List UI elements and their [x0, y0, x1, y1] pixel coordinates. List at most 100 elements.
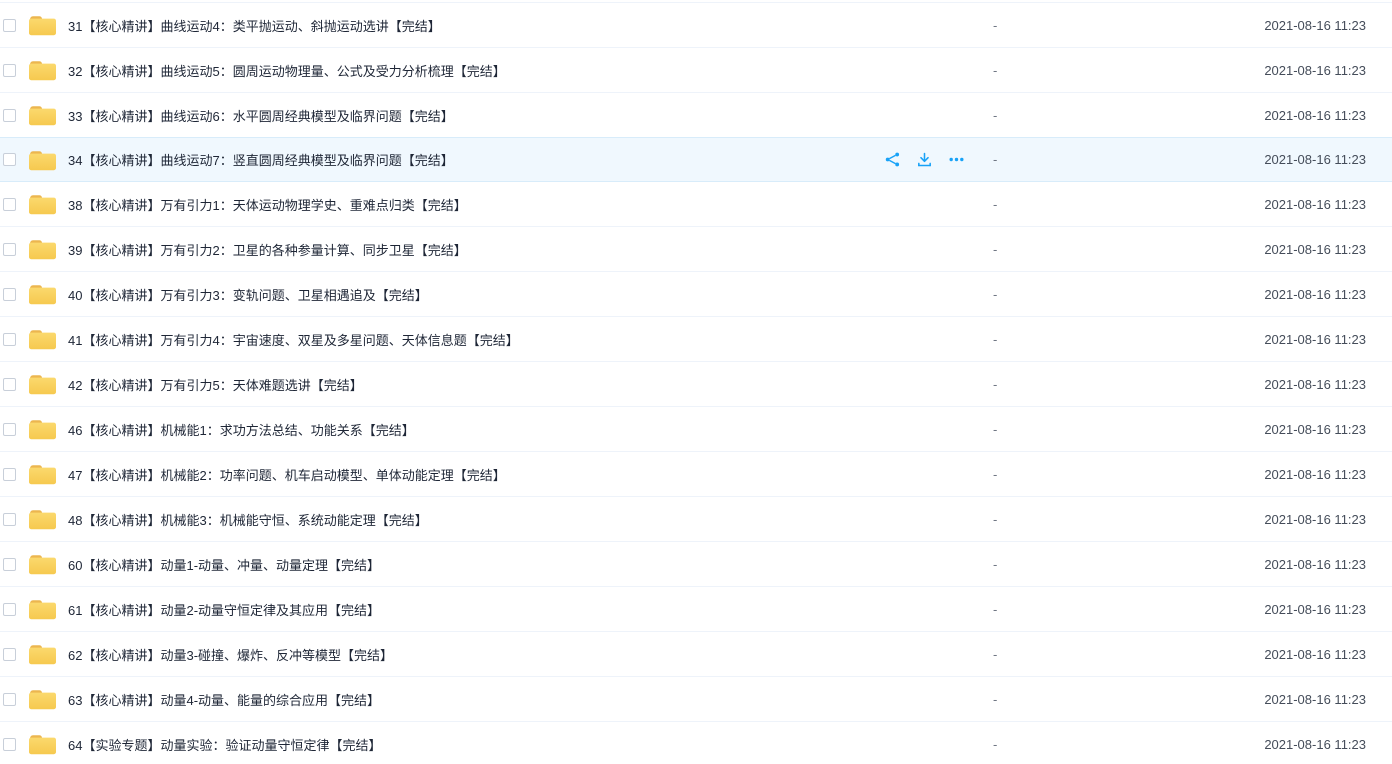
folder-icon[interactable]	[28, 508, 57, 530]
file-size: -	[993, 647, 997, 662]
file-name-link[interactable]: 34【核心精讲】曲线运动7：竖直圆周经典模型及临界问题【完结】	[68, 150, 454, 169]
file-name-link[interactable]: 32【核心精讲】曲线运动5：圆周运动物理量、公式及受力分析梳理【完结】	[68, 61, 506, 80]
file-row[interactable]: 39【核心精讲】万有引力2：卫星的各种参量计算、同步卫星【完结】	[0, 227, 1392, 272]
file-name-link[interactable]: 62【核心精讲】动量3-碰撞、爆炸、反冲等模型【完结】	[68, 645, 393, 664]
file-row[interactable]: 31【核心精讲】曲线运动4：类平抛运动、斜抛运动选讲【完结】	[0, 3, 1392, 48]
file-size: -	[993, 422, 997, 437]
row-checkbox[interactable]	[3, 288, 16, 301]
file-name-link[interactable]: 39【核心精讲】万有引力2：卫星的各种参量计算、同步卫星【完结】	[68, 240, 467, 259]
folder-icon[interactable]	[28, 14, 57, 36]
file-size: -	[993, 63, 997, 78]
file-name-link[interactable]: 61【核心精讲】动量2-动量守恒定律及其应用【完结】	[68, 600, 380, 619]
file-name-link[interactable]: 48【核心精讲】机械能3：机械能守恒、系统动能定理【完结】	[68, 510, 428, 529]
file-row[interactable]: 32【核心精讲】曲线运动5：圆周运动物理量、公式及受力分析梳理【完结】	[0, 48, 1392, 93]
file-row[interactable]: 46【核心精讲】机械能1：求功方法总结、功能关系【完结】	[0, 407, 1392, 452]
file-size: -	[993, 197, 997, 212]
file-row[interactable]: 48【核心精讲】机械能3：机械能守恒、系统动能定理【完结】	[0, 497, 1392, 542]
file-row[interactable]: 40【核心精讲】万有引力3：变轨问题、卫星相遇追及【完结】	[0, 272, 1392, 317]
download-icon[interactable]	[916, 151, 933, 168]
file-modified: 2021-08-16 11:23	[1264, 108, 1366, 123]
folder-icon[interactable]	[28, 59, 57, 81]
row-checkbox[interactable]	[3, 558, 16, 571]
file-row[interactable]: 47【核心精讲】机械能2：功率问题、机车启动模型、单体动能定理【完结】	[0, 452, 1392, 497]
folder-icon[interactable]	[28, 418, 57, 440]
file-name-link[interactable]: 47【核心精讲】机械能2：功率问题、机车启动模型、单体动能定理【完结】	[68, 465, 506, 484]
row-checkbox[interactable]	[3, 513, 16, 526]
file-size: -	[993, 332, 997, 347]
file-row[interactable]: 62【核心精讲】动量3-碰撞、爆炸、反冲等模型【完结】	[0, 632, 1392, 677]
file-size: -	[993, 377, 997, 392]
file-size: -	[993, 242, 997, 257]
file-row[interactable]: 34【核心精讲】曲线运动7：竖直圆周经典模型及临界问题【完结】	[0, 137, 1392, 182]
folder-icon[interactable]	[28, 238, 57, 260]
file-size: -	[993, 287, 997, 302]
folder-icon[interactable]	[28, 104, 57, 126]
row-checkbox[interactable]	[3, 109, 16, 122]
folder-icon[interactable]	[28, 463, 57, 485]
row-checkbox[interactable]	[3, 423, 16, 436]
file-modified: 2021-08-16 11:23	[1264, 602, 1366, 617]
folder-icon[interactable]	[28, 283, 57, 305]
file-name-link[interactable]: 40【核心精讲】万有引力3：变轨问题、卫星相遇追及【完结】	[68, 285, 428, 304]
file-modified: 2021-08-16 11:23	[1264, 242, 1366, 257]
row-checkbox[interactable]	[3, 468, 16, 481]
file-modified: 2021-08-16 11:23	[1264, 332, 1366, 347]
file-row[interactable]: 61【核心精讲】动量2-动量守恒定律及其应用【完结】	[0, 587, 1392, 632]
file-size: -	[993, 692, 997, 707]
file-size: -	[993, 557, 997, 572]
file-size: -	[993, 602, 997, 617]
row-checkbox[interactable]	[3, 198, 16, 211]
more-actions-icon[interactable]	[948, 151, 965, 168]
row-checkbox[interactable]	[3, 153, 16, 166]
row-checkbox[interactable]	[3, 378, 16, 391]
folder-icon[interactable]	[28, 328, 57, 350]
row-checkbox[interactable]	[3, 243, 16, 256]
file-row[interactable]: 33【核心精讲】曲线运动6：水平圆周经典模型及临界问题【完结】	[0, 93, 1392, 138]
file-name-link[interactable]: 31【核心精讲】曲线运动4：类平抛运动、斜抛运动选讲【完结】	[68, 16, 441, 35]
file-modified: 2021-08-16 11:23	[1264, 647, 1366, 662]
folder-icon[interactable]	[28, 193, 57, 215]
file-row[interactable]: 63【核心精讲】动量4-动量、能量的综合应用【完结】	[0, 677, 1392, 722]
file-name-link[interactable]: 60【核心精讲】动量1-动量、冲量、动量定理【完结】	[68, 555, 380, 574]
row-hover-actions	[884, 138, 965, 181]
file-name-link[interactable]: 64【实验专题】动量实验：验证动量守恒定律【完结】	[68, 735, 381, 754]
file-row[interactable]: 38【核心精讲】万有引力1：天体运动物理学史、重难点归类【完结】	[0, 182, 1392, 227]
folder-icon[interactable]	[28, 598, 57, 620]
file-name-link[interactable]: 46【核心精讲】机械能1：求功方法总结、功能关系【完结】	[68, 420, 415, 439]
file-size: -	[993, 512, 997, 527]
row-checkbox[interactable]	[3, 64, 16, 77]
file-row[interactable]: 41【核心精讲】万有引力4：宇宙速度、双星及多星问题、天体信息题【完结】	[0, 317, 1392, 362]
file-modified: 2021-08-16 11:23	[1264, 512, 1366, 527]
file-name-link[interactable]: 38【核心精讲】万有引力1：天体运动物理学史、重难点归类【完结】	[68, 195, 467, 214]
file-modified: 2021-08-16 11:23	[1264, 18, 1366, 33]
file-modified: 2021-08-16 11:23	[1264, 63, 1366, 78]
folder-icon[interactable]	[28, 688, 57, 710]
row-checkbox[interactable]	[3, 738, 16, 751]
file-row[interactable]: 64【实验专题】动量实验：验证动量守恒定律【完结】	[0, 722, 1392, 764]
folder-icon[interactable]	[28, 733, 57, 755]
file-size: -	[993, 152, 997, 167]
file-modified: 2021-08-16 11:23	[1264, 557, 1366, 572]
row-checkbox[interactable]	[3, 333, 16, 346]
file-name-link[interactable]: 33【核心精讲】曲线运动6：水平圆周经典模型及临界问题【完结】	[68, 106, 454, 125]
row-checkbox[interactable]	[3, 603, 16, 616]
file-size: -	[993, 108, 997, 123]
folder-icon[interactable]	[28, 553, 57, 575]
file-modified: 2021-08-16 11:23	[1264, 467, 1366, 482]
share-icon[interactable]	[884, 151, 901, 168]
file-modified: 2021-08-16 11:23	[1264, 737, 1366, 752]
file-row[interactable]: 60【核心精讲】动量1-动量、冲量、动量定理【完结】	[0, 542, 1392, 587]
file-size: -	[993, 737, 997, 752]
row-checkbox[interactable]	[3, 19, 16, 32]
row-checkbox[interactable]	[3, 693, 16, 706]
file-modified: 2021-08-16 11:23	[1264, 197, 1366, 212]
folder-icon[interactable]	[28, 373, 57, 395]
file-name-link[interactable]: 42【核心精讲】万有引力5：天体难题选讲【完结】	[68, 375, 363, 394]
file-row[interactable]: 42【核心精讲】万有引力5：天体难题选讲【完结】	[0, 362, 1392, 407]
file-name-link[interactable]: 63【核心精讲】动量4-动量、能量的综合应用【完结】	[68, 690, 380, 709]
row-checkbox[interactable]	[3, 648, 16, 661]
file-name-link[interactable]: 41【核心精讲】万有引力4：宇宙速度、双星及多星问题、天体信息题【完结】	[68, 330, 519, 349]
folder-icon[interactable]	[28, 149, 57, 171]
folder-icon[interactable]	[28, 643, 57, 665]
file-size: -	[993, 467, 997, 482]
